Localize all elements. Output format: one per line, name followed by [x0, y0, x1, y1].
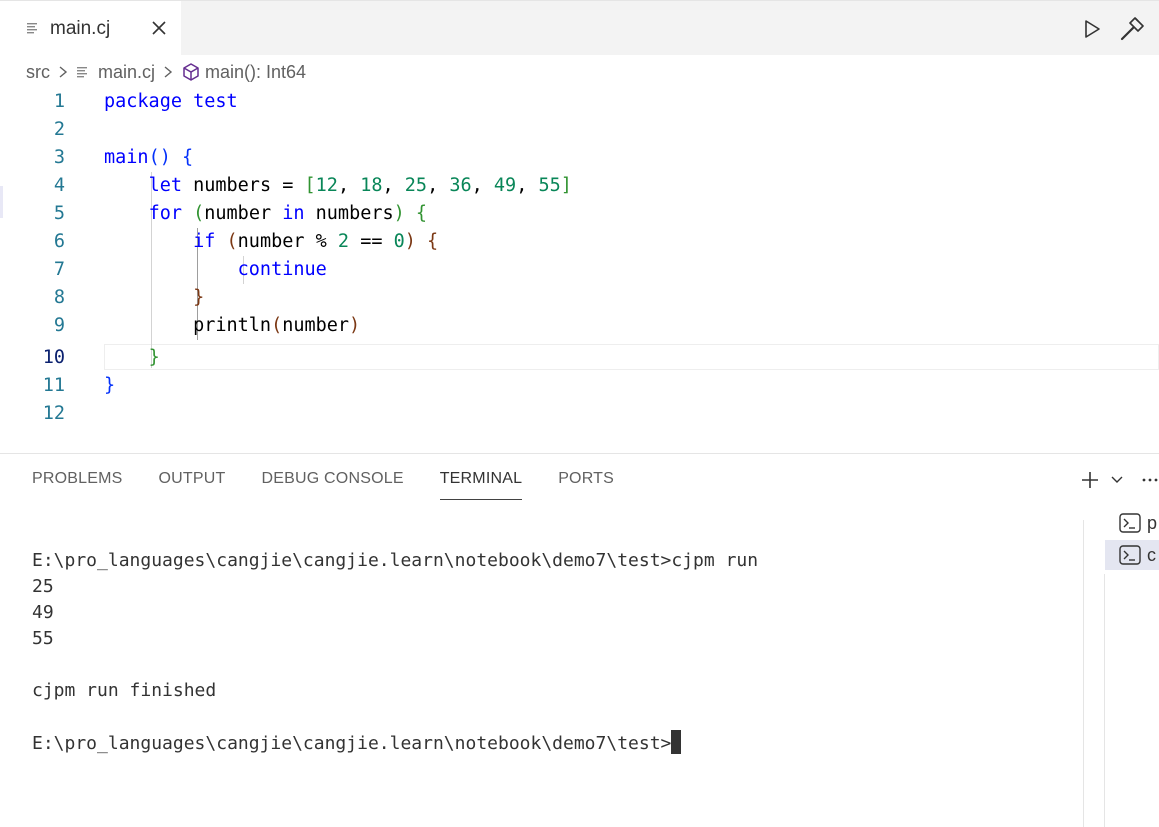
token: number — [204, 203, 283, 224]
line-number: 6 — [53, 231, 65, 252]
token: 12 — [315, 175, 338, 196]
line-number: 2 — [53, 119, 65, 140]
more-icon[interactable] — [1140, 470, 1159, 490]
token: 25 — [404, 175, 428, 196]
terminal-line: cjpm run finished — [32, 680, 217, 701]
line-number: 5 — [53, 203, 65, 224]
close-icon[interactable] — [148, 17, 170, 39]
terminal-line: E:\pro_languages\cangjie\cangjie.learn\n… — [32, 550, 759, 571]
code-line: 9 println(number) — [0, 312, 1159, 340]
token: continue — [237, 259, 327, 280]
line-number: 10 — [42, 347, 65, 368]
code-line: 1 package test — [0, 88, 1159, 116]
token: in — [282, 203, 305, 224]
token: test — [193, 91, 238, 112]
terminal-prompt-line: E:\pro_languages\cangjie\cangjie.learn\n… — [32, 730, 682, 756]
terminal-line: 25 — [32, 576, 54, 597]
token: println — [193, 315, 272, 336]
code-line: 12 — [0, 400, 1159, 428]
tab-label: main.cj — [50, 18, 111, 39]
line-number: 11 — [42, 375, 65, 396]
terminal-list-item[interactable]: c — [1105, 540, 1159, 570]
editor-tab-bar: main.cj — [0, 0, 1159, 55]
line-number: 7 — [53, 259, 65, 280]
chevron-right-icon — [59, 66, 68, 78]
terminal-cursor — [671, 730, 682, 754]
tab-terminal[interactable]: TERMINAL — [439, 470, 523, 500]
plus-icon[interactable] — [1080, 470, 1100, 490]
line-number: 9 — [53, 315, 65, 336]
token: number — [282, 315, 350, 336]
tab-output[interactable]: OUTPUT — [159, 470, 226, 500]
token: == — [349, 231, 394, 252]
terminal-icon — [1119, 513, 1141, 533]
tab-debug-console[interactable]: DEBUG CONSOLE — [262, 470, 404, 500]
token: 0 — [393, 231, 405, 252]
file-lines-icon — [27, 23, 37, 34]
panel-divider — [0, 453, 1159, 454]
token: let — [148, 175, 182, 196]
token: for — [148, 203, 182, 224]
token: 2 — [337, 231, 350, 252]
token: 49 — [493, 175, 517, 196]
line-number: 1 — [53, 91, 65, 112]
tab-main-cj[interactable]: main.cj — [0, 1, 181, 55]
code-line: 5 for (number in numbers) { — [0, 200, 1159, 228]
run-icon[interactable] — [1080, 17, 1104, 41]
panel-tabs: PROBLEMS OUTPUT DEBUG CONSOLE TERMINAL P… — [32, 470, 650, 500]
terminal-list-border — [1083, 520, 1084, 827]
line-number: 8 — [53, 287, 65, 308]
chevron-down-icon[interactable] — [1110, 474, 1124, 486]
token: package — [104, 91, 182, 112]
breadcrumb-file[interactable]: main.cj — [98, 62, 155, 83]
code-editor[interactable]: 1 package test 2 3 main() { 4 let number… — [0, 88, 1159, 428]
tab-ports[interactable]: PORTS — [558, 470, 614, 500]
terminal-line: 55 — [32, 628, 54, 649]
token: number % — [237, 231, 338, 252]
terminal-list-label: p — [1147, 512, 1158, 533]
terminal-prompt: E:\pro_languages\cangjie\cangjie.learn\n… — [32, 733, 672, 754]
symbol-method-icon — [183, 63, 199, 81]
line-number: 12 — [42, 403, 65, 424]
token: 36 — [449, 175, 472, 196]
terminal-list-label: c — [1147, 544, 1156, 565]
token: if — [193, 231, 216, 252]
file-lines-icon — [77, 67, 87, 78]
token: main — [104, 147, 149, 168]
code-line: 3 main() { — [0, 144, 1159, 172]
token: numbers = — [181, 175, 305, 196]
terminal-list-item[interactable]: p — [1105, 508, 1159, 538]
token: 18 — [360, 175, 383, 196]
token: 55 — [538, 175, 561, 196]
code-line: 11 } — [0, 372, 1159, 400]
terminal-icon — [1119, 545, 1141, 565]
code-line: 7 continue — [0, 256, 1159, 284]
chevron-right-icon — [164, 66, 173, 78]
breadcrumb: src main.cj main(): Int64 — [26, 60, 306, 84]
tab-problems[interactable]: PROBLEMS — [32, 470, 123, 500]
code-line: 6 if (number % 2 == 0) { — [0, 228, 1159, 256]
token: numbers — [304, 203, 394, 224]
line-number: 3 — [53, 147, 65, 168]
terminal-list-border — [1104, 574, 1105, 827]
code-line: 4 let numbers = [12, 18, 25, 36, 49, 55] — [0, 172, 1159, 200]
terminal-line: 49 — [32, 602, 54, 623]
breadcrumb-symbol[interactable]: main(): Int64 — [205, 62, 306, 83]
hammer-icon[interactable] — [1118, 15, 1146, 43]
breadcrumb-folder[interactable]: src — [26, 62, 50, 83]
code-line: 8 } — [0, 284, 1159, 312]
line-number: 4 — [53, 175, 65, 196]
code-line: 10 } — [0, 344, 1159, 372]
code-line: 2 — [0, 116, 1159, 144]
